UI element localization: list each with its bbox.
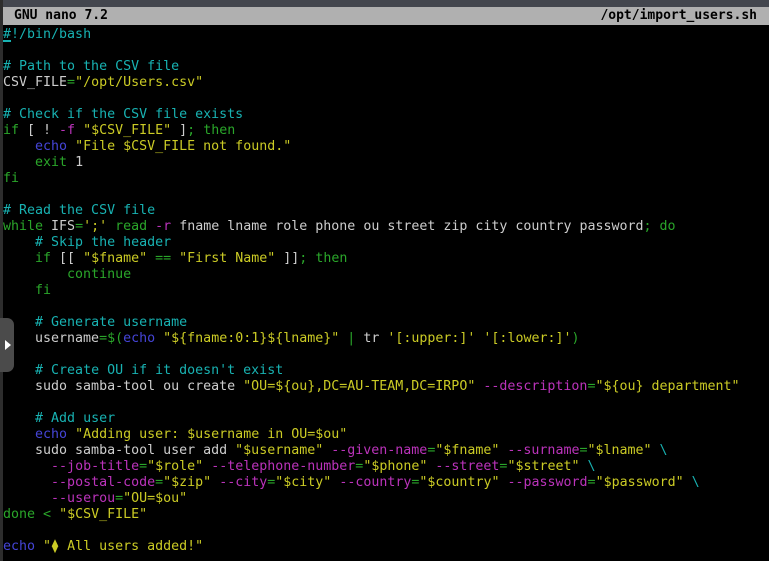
code-line: # Skip the header [3, 235, 769, 251]
code-line: # Read the CSV file [3, 203, 769, 219]
code-line [3, 187, 769, 203]
code-line: --job-title="$role" --telephone-number="… [3, 459, 769, 475]
code-line: --postal-code="$zip" --city="$city" --co… [3, 475, 769, 491]
code-line: sudo samba-tool user add "$username" --g… [3, 443, 769, 459]
code-line: fi [3, 171, 769, 187]
nano-version-label: GNU nano 7.2 [14, 7, 108, 25]
code-line: echo "⧫ All users added!" [3, 539, 769, 555]
code-line [3, 43, 769, 59]
terminal-window: { "window": { "top_bar_color": "#43464e"… [0, 0, 769, 561]
code-line: if [ ! -f "$CSV_FILE" ]; then [3, 123, 769, 139]
code-line: CSV_FILE="/opt/Users.csv" [3, 75, 769, 91]
code-line: # Create OU if it doesn't exist [3, 363, 769, 379]
code-editor[interactable]: #!/bin/bash # Path to the CSV fileCSV_FIL… [0, 25, 769, 561]
code-line: sudo samba-tool ou create "OU=${ou},DC=A… [3, 379, 769, 395]
side-panel-handle[interactable] [0, 318, 14, 372]
code-line: if [[ "$fname" == "First Name" ]]; then [3, 251, 769, 267]
file-path-label: /opt/import_users.sh [600, 7, 757, 25]
code-line: echo "Adding user: $username in OU=$ou" [3, 427, 769, 443]
code-line: # Path to the CSV file [3, 59, 769, 75]
code-line: continue [3, 267, 769, 283]
code-line: # Add user [3, 411, 769, 427]
code-line: fi [3, 283, 769, 299]
code-line [3, 299, 769, 315]
code-line: # Check if the CSV file exists [3, 107, 769, 123]
code-line [3, 523, 769, 539]
code-line: while IFS=';' read -r fname lname role p… [3, 219, 769, 235]
nano-titlebar: GNU nano 7.2 /opt/import_users.sh [0, 7, 769, 25]
code-line: echo "File $CSV_FILE not found." [3, 139, 769, 155]
window-left-edge [0, 0, 3, 561]
code-line: exit 1 [3, 155, 769, 171]
code-line [3, 347, 769, 363]
panel-expand-right-icon [5, 340, 11, 350]
code-line: # Generate username [3, 315, 769, 331]
text-cursor: # [3, 27, 11, 42]
code-line: username=$(echo "${fname:0:1}${lname}" |… [3, 331, 769, 347]
code-line [3, 395, 769, 411]
window-top-bar [0, 0, 769, 7]
code-line: --userou="OU=$ou" [3, 491, 769, 507]
code-line: #!/bin/bash [3, 27, 769, 43]
code-line: done < "$CSV_FILE" [3, 507, 769, 523]
code-line [3, 91, 769, 107]
